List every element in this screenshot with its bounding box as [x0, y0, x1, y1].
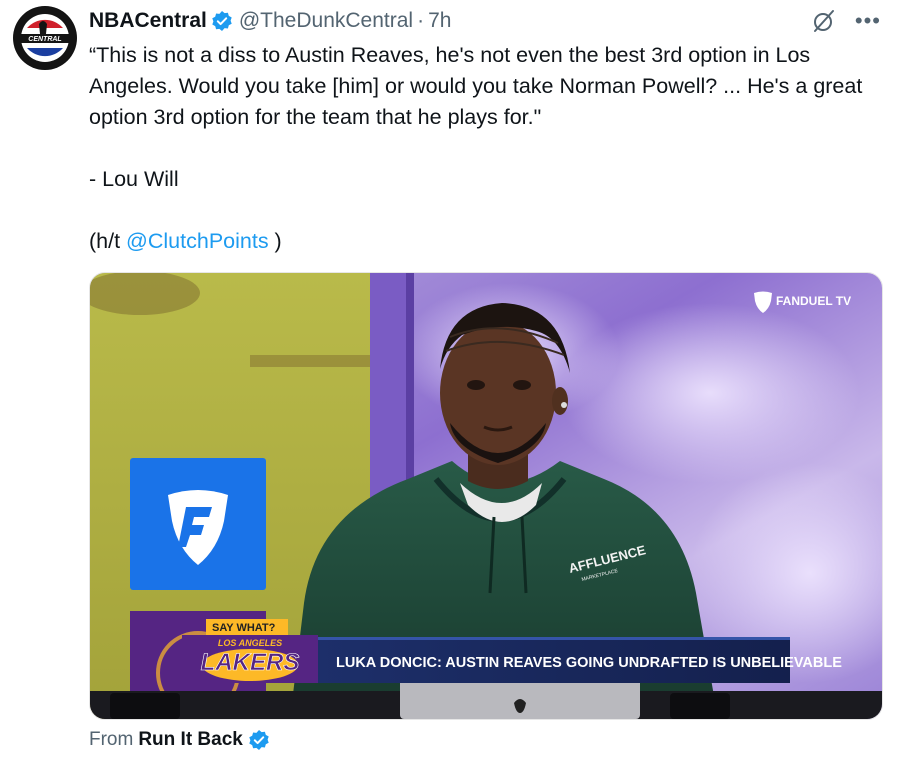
tweet-header: NBACentral @TheDunkCentral · 7h ••• [89, 7, 881, 35]
hat-tip-suffix: ) [268, 229, 282, 253]
media-source: From Run It Back [89, 727, 270, 753]
hat-tip-prefix: (h/t [89, 229, 127, 253]
tweet-body: “This is not a diss to Austin Reaves, he… [89, 40, 879, 257]
team-big-text: LAKERS [201, 649, 300, 676]
tweet-timestamp[interactable]: 7h [428, 9, 451, 33]
verified-badge-icon [249, 730, 269, 750]
author-handle[interactable]: @TheDunkCentral [239, 9, 413, 33]
video-frame: AFFLUENCE MARKETPLACE FANDUEL TV SAY WHA… [90, 273, 882, 719]
svg-text:FANDUEL TV: FANDUEL TV [776, 294, 851, 308]
more-horizontal-icon[interactable]: ••• [855, 10, 881, 32]
avatar-text: CENTRAL [28, 36, 61, 43]
team-small-text: LOS ANGELES [218, 638, 282, 648]
tweet-quote: “This is not a diss to Austin Reaves, he… [89, 43, 863, 129]
mention-link[interactable]: @ClutchPoints [126, 229, 269, 253]
source-name[interactable]: Run It Back [138, 729, 243, 751]
from-label: From [89, 729, 134, 750]
verified-badge-icon [212, 11, 232, 31]
avatar[interactable]: CENTRAL [13, 6, 77, 70]
tweet-attribution: - Lou Will [89, 167, 179, 191]
grok-icon[interactable] [811, 8, 837, 34]
lower-third-tag: SAY WHAT? [212, 622, 276, 634]
tweet-media-video[interactable]: AFFLUENCE MARKETPLACE FANDUEL TV SAY WHA… [89, 272, 883, 720]
tweet-hat-tip: (h/t @ClutchPoints ) [89, 226, 879, 257]
author-name[interactable]: NBACentral [89, 9, 207, 33]
lower-third-headline: LUKA DONCIC: AUSTIN REAVES GOING UNDRAFT… [336, 655, 842, 671]
nba-central-logo: CENTRAL [14, 7, 76, 69]
header-separator: · [417, 9, 425, 32]
